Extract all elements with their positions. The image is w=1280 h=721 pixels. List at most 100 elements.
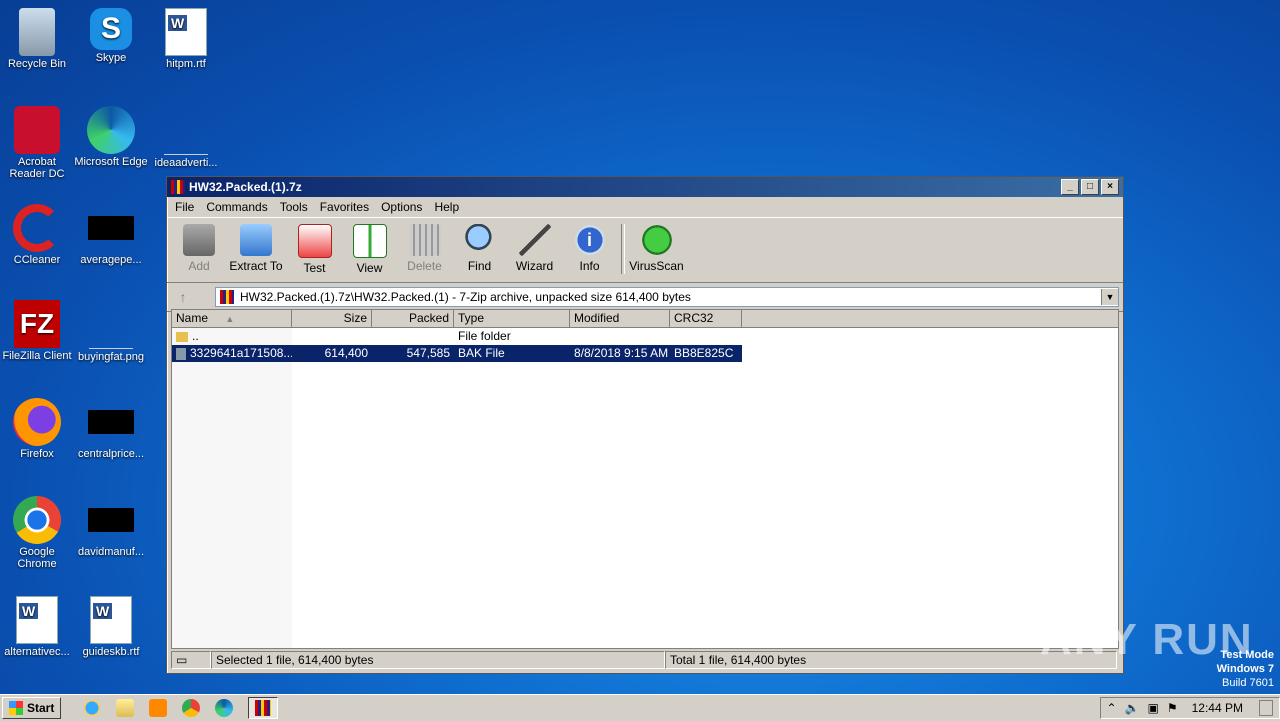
desktop-icon-label: centralprice... (74, 448, 148, 460)
winrar-taskbar-button[interactable] (248, 697, 278, 719)
address-bar: ↑ HW32.Packed.(1).7z\HW32.Packed.(1) - 7… (167, 283, 1123, 312)
desktop-icon-firefox[interactable]: Firefox (0, 398, 74, 460)
edge-taskbar-icon[interactable] (215, 699, 233, 717)
table-row[interactable]: 3329641a171508... 614,400 547,585 BAK Fi… (172, 345, 742, 362)
desktop-icon-davidmanuf[interactable]: davidmanuf... (74, 496, 148, 558)
wizard-button[interactable]: Wizard (507, 220, 562, 273)
taskbar: Start ⌃ 🔈 ▣ ⚑ 12:44 PM (0, 694, 1280, 721)
info-icon: i (574, 224, 606, 256)
extract-icon (240, 224, 272, 256)
extract-to-button[interactable]: Extract To (225, 220, 287, 273)
desktop-icon-label: Recycle Bin (0, 58, 74, 70)
status-bar: ▭ Selected 1 file, 614,400 bytes Total 1… (171, 651, 1117, 669)
archive-icon (220, 290, 234, 304)
desktop-icon-label: guideskb.rtf (74, 646, 148, 658)
maximize-button[interactable]: □ (1081, 179, 1099, 195)
desktop-icon-label: Firefox (0, 448, 74, 460)
chevron-down-icon[interactable]: ▼ (1101, 289, 1118, 305)
show-desktop-button[interactable] (1259, 700, 1273, 716)
menu-commands[interactable]: Commands (200, 200, 273, 214)
network-icon[interactable]: ▣ (1148, 701, 1159, 715)
file-list: Name ▲ Size Packed Type Modified CRC32 .… (171, 309, 1119, 649)
desktop-icon-edge[interactable]: Microsoft Edge (74, 106, 148, 168)
row-modified (570, 328, 670, 345)
find-button[interactable]: Find (452, 220, 507, 273)
desktop-icon-acrobat[interactable]: Acrobat Reader DC (0, 106, 74, 180)
volume-icon[interactable]: 🔈 (1125, 701, 1140, 715)
desktop-icon-label: Skype (74, 52, 148, 64)
column-header-crc32[interactable]: CRC32 (670, 310, 742, 327)
test-mode-notice: Test Mode Windows 7 Build 7601 (1217, 648, 1274, 690)
desktop-icon-recycle-bin[interactable]: Recycle Bin (0, 8, 74, 70)
desktop-icon-label: CCleaner (0, 254, 74, 266)
chrome-taskbar-icon[interactable] (182, 699, 200, 717)
add-button[interactable]: Add (173, 220, 225, 273)
column-header-modified[interactable]: Modified (570, 310, 670, 327)
view-button[interactable]: View (342, 220, 397, 275)
info-button[interactable]: i Info (562, 220, 617, 273)
test-icon (298, 224, 332, 258)
window-titlebar[interactable]: HW32.Packed.(1).7z _ □ × (167, 177, 1123, 197)
virusscan-button[interactable]: VirusScan (629, 220, 684, 273)
menu-tools[interactable]: Tools (274, 200, 314, 214)
view-icon (353, 224, 387, 258)
desktop-icon-label: alternativec... (0, 646, 74, 658)
desktop-icon-ideaadverti[interactable]: ideaadverti... (149, 106, 223, 169)
desktop-icon-guideskb[interactable]: guideskb.rtf (74, 596, 148, 658)
menu-options[interactable]: Options (375, 200, 428, 214)
close-button[interactable]: × (1101, 179, 1119, 195)
internet-explorer-icon[interactable] (83, 699, 101, 717)
ccleaner-icon (13, 204, 61, 252)
desktop-icon-label: buyingfat.png (74, 351, 148, 363)
file-thumbnail-icon (88, 216, 134, 240)
list-header: Name ▲ Size Packed Type Modified CRC32 (172, 310, 1118, 328)
delete-icon (409, 224, 441, 256)
explorer-folder-icon[interactable] (116, 699, 134, 717)
menu-file[interactable]: File (169, 200, 200, 214)
file-thumbnail-icon (88, 508, 134, 532)
desktop-icon-averagepe[interactable]: averagepe... (74, 204, 148, 266)
sevenzip-window: HW32.Packed.(1).7z _ □ × File Commands T… (166, 176, 1124, 674)
add-icon (183, 224, 215, 256)
desktop-icon-chrome[interactable]: Google Chrome (0, 496, 74, 570)
desktop-icon-label: Google Chrome (0, 546, 74, 570)
column-header-size[interactable]: Size (292, 310, 372, 327)
folder-icon (176, 332, 188, 342)
column-header-name[interactable]: Name ▲ (172, 310, 292, 327)
row-type: File folder (454, 328, 570, 345)
menubar: File Commands Tools Favorites Options He… (167, 197, 1123, 217)
test-button[interactable]: Test (287, 220, 342, 275)
media-player-icon[interactable] (149, 699, 167, 717)
menu-help[interactable]: Help (428, 200, 465, 214)
menu-favorites[interactable]: Favorites (314, 200, 375, 214)
minimize-button[interactable]: _ (1061, 179, 1079, 195)
desktop-icon-hitpm[interactable]: hitpm.rtf (149, 8, 223, 70)
row-name-text: .. (192, 329, 199, 343)
toolbar-separator (621, 224, 625, 274)
window-title: HW32.Packed.(1).7z (189, 180, 1059, 194)
column-header-type[interactable]: Type (454, 310, 570, 327)
find-icon (464, 224, 496, 256)
column-header-packed[interactable]: Packed (372, 310, 454, 327)
clock[interactable]: 12:44 PM (1192, 701, 1243, 715)
word-document-icon (16, 596, 58, 644)
desktop-icon-filezilla[interactable]: FZ FileZilla Client (0, 300, 74, 362)
start-button[interactable]: Start (2, 697, 61, 719)
action-center-flag-icon[interactable]: ⚑ (1167, 701, 1178, 715)
row-crc (670, 328, 742, 345)
row-modified: 8/8/2018 9:15 AM (570, 345, 670, 362)
show-hidden-icons-icon[interactable]: ⌃ (1107, 701, 1117, 715)
wizard-icon (519, 224, 551, 256)
desktop-icon-centralprice[interactable]: centralprice... (74, 398, 148, 460)
delete-button[interactable]: Delete (397, 220, 452, 273)
desktop-icon-buyingfat[interactable]: buyingfat.png (74, 300, 148, 363)
table-row[interactable]: .. File folder (172, 328, 1118, 345)
address-field[interactable]: HW32.Packed.(1).7z\HW32.Packed.(1) - 7-Z… (215, 287, 1119, 307)
up-folder-button[interactable]: ↑ (171, 287, 195, 307)
desktop-icon-skype[interactable]: S Skype (74, 8, 148, 64)
filezilla-icon: FZ (14, 300, 60, 348)
start-label: Start (27, 701, 54, 715)
desktop-icon-label: FileZilla Client (0, 350, 74, 362)
desktop-icon-alternativec[interactable]: alternativec... (0, 596, 74, 658)
desktop-icon-ccleaner[interactable]: CCleaner (0, 204, 74, 266)
